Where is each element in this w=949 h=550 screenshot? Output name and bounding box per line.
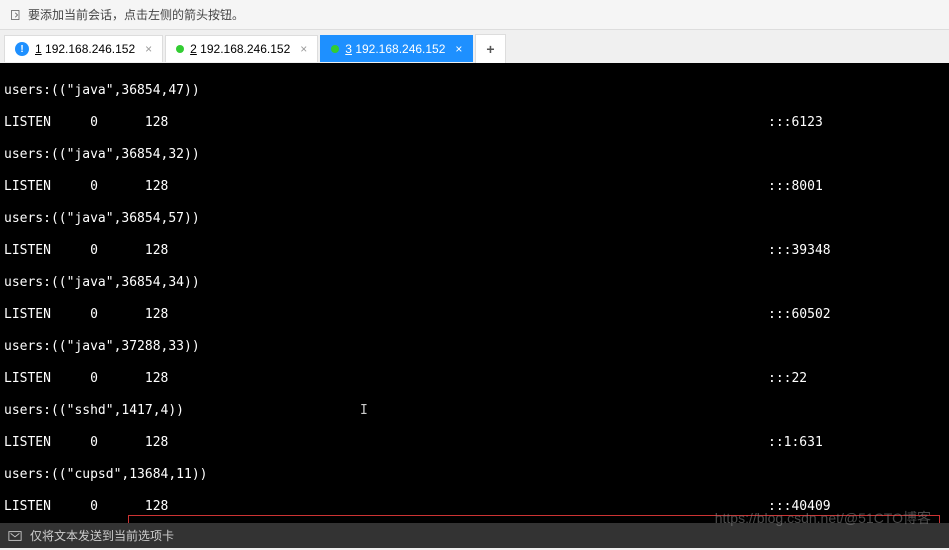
- add-session-icon[interactable]: [10, 9, 22, 21]
- tab-bar: ! 1 192.168.246.152 × 2 192.168.246.152 …: [0, 30, 949, 63]
- tip-bar: 要添加当前会话，点击左侧的箭头按钮。: [0, 0, 949, 30]
- term-line: users:(("sshd",1417,4)): [4, 403, 945, 419]
- tab-2[interactable]: 2 192.168.246.152 ×: [165, 35, 318, 62]
- term-line: users:(("java",36854,47)): [4, 83, 945, 99]
- term-line: LISTEN 0 128:::8001: [4, 179, 945, 195]
- tab-1[interactable]: ! 1 192.168.246.152 ×: [4, 35, 163, 62]
- tip-text: 要添加当前会话，点击左侧的箭头按钮。: [28, 6, 244, 23]
- tab-3[interactable]: 3 192.168.246.152 ×: [320, 35, 473, 62]
- term-line: users:(("cupsd",13684,11)): [4, 467, 945, 483]
- term-line: LISTEN 0 128:::39348: [4, 243, 945, 259]
- term-line: LISTEN 0 128:::6123: [4, 115, 945, 131]
- terminal[interactable]: users:(("java",36854,47)) LISTEN 0 128::…: [0, 63, 949, 523]
- tab-status-info-icon: !: [15, 42, 29, 56]
- tab-2-num: 2: [190, 42, 197, 56]
- tab-status-green-icon: [176, 45, 184, 53]
- tab-3-label: 192.168.246.152: [355, 42, 445, 56]
- term-line: LISTEN 0 128:::22: [4, 371, 945, 387]
- term-line: LISTEN 0 128:::60502: [4, 307, 945, 323]
- tab-1-label: 192.168.246.152: [45, 42, 135, 56]
- tab-add-button[interactable]: +: [475, 34, 505, 63]
- term-line: users:(("java",36854,34)): [4, 275, 945, 291]
- status-text: 仅将文本发送到当前选项卡: [30, 527, 174, 544]
- tab-status-green-icon: [331, 45, 339, 53]
- tab-2-label: 192.168.246.152: [200, 42, 290, 56]
- tab-1-num: 1: [35, 42, 42, 56]
- term-line: users:(("java",36854,32)): [4, 147, 945, 163]
- tab-1-close-icon[interactable]: ×: [145, 42, 152, 56]
- term-line: LISTEN 0 128:::40409: [4, 499, 945, 515]
- term-line: users:(("java",36854,57)): [4, 211, 945, 227]
- status-bar: 仅将文本发送到当前选项卡: [0, 523, 949, 548]
- term-line: LISTEN 0 128::1:631: [4, 435, 945, 451]
- send-mode-icon[interactable]: [8, 529, 22, 543]
- highlight-box: [128, 515, 940, 523]
- term-line: users:(("java",37288,33)): [4, 339, 945, 355]
- tab-3-num: 3: [345, 42, 352, 56]
- tab-3-close-icon[interactable]: ×: [455, 42, 462, 56]
- tab-2-close-icon[interactable]: ×: [300, 42, 307, 56]
